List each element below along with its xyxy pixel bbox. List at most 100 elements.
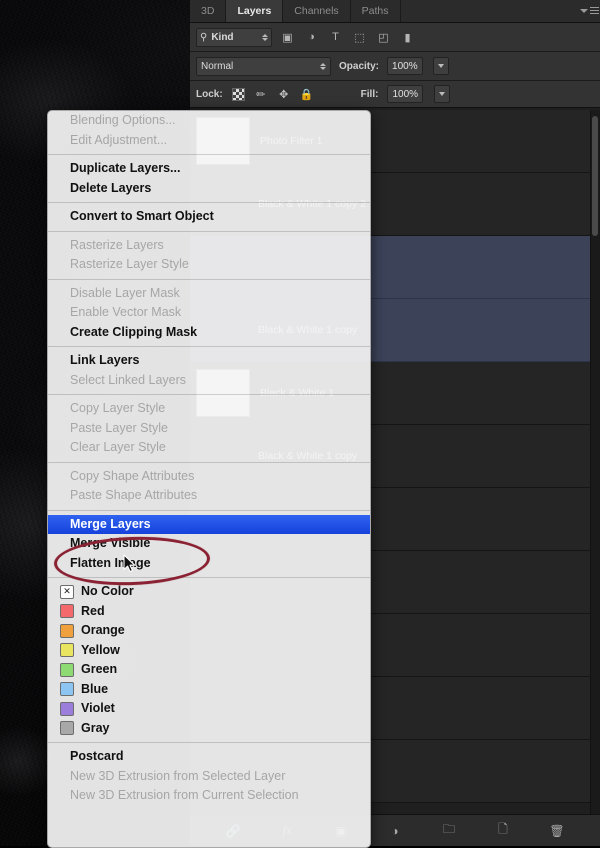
search-icon: ⚲ bbox=[200, 31, 208, 43]
tab-channels[interactable]: Channels bbox=[283, 0, 351, 22]
menu-item-label: Yellow bbox=[81, 642, 120, 657]
menu-separator bbox=[48, 202, 370, 203]
menu-separator bbox=[48, 346, 370, 347]
mouse-pointer-icon bbox=[123, 554, 136, 573]
filter-type-layers-icon[interactable]: T bbox=[327, 29, 344, 46]
tab-layers[interactable]: Layers bbox=[226, 0, 284, 22]
lock-all-icon[interactable]: 🔒 bbox=[300, 87, 314, 101]
delete-layer-icon[interactable]: 🗑 bbox=[547, 821, 567, 841]
menu-item[interactable]: Merge Layers bbox=[48, 514, 370, 534]
menu-item-label: Edit Adjustment... bbox=[70, 132, 168, 147]
updown-stepper-icon[interactable] bbox=[262, 33, 268, 41]
new-layer-icon[interactable]: 🗋 bbox=[493, 821, 513, 841]
menu-item-label: Merge Layers bbox=[70, 516, 151, 531]
tab-3d[interactable]: 3D bbox=[190, 0, 227, 22]
lock-position-icon[interactable]: ✥ bbox=[277, 87, 291, 101]
menu-item-label: Blending Options... bbox=[70, 113, 176, 127]
layer-context-menu[interactable]: Blending Options... Edit Adjustment... Dup… bbox=[47, 110, 371, 848]
fill-label: Fill: bbox=[360, 88, 379, 100]
tab-channels-label: Channels bbox=[294, 5, 339, 17]
menu-item: Enable Vector Mask bbox=[48, 303, 370, 323]
opacity-stepper-icon[interactable] bbox=[432, 57, 449, 75]
menu-item: Copy Layer Style bbox=[48, 399, 370, 419]
menu-item-label: Paste Shape Attributes bbox=[70, 488, 198, 502]
panel-menu-icon[interactable] bbox=[580, 4, 599, 17]
filter-toggle-icon[interactable]: ▮ bbox=[399, 29, 416, 46]
scrollbar-thumb[interactable] bbox=[592, 116, 598, 236]
new-adjustment-layer-icon[interactable]: ◑ bbox=[385, 821, 405, 841]
menu-item-label: Blue bbox=[81, 681, 109, 696]
filter-adjustment-layers-icon[interactable]: ◑ bbox=[303, 29, 320, 46]
menu-item: Paste Layer Style bbox=[48, 419, 370, 439]
menu-item: Copy Shape Attributes bbox=[48, 467, 370, 487]
menu-separator bbox=[48, 509, 370, 511]
menu-item[interactable]: Blue bbox=[48, 680, 370, 700]
menu-item-label: Paste Layer Style bbox=[70, 420, 168, 435]
menu-item-label: Rasterize Layers bbox=[70, 237, 164, 252]
filter-kind-select[interactable]: ⚲ Kind bbox=[196, 27, 272, 47]
lock-transparent-pixels-icon[interactable] bbox=[231, 87, 245, 101]
menu-separator bbox=[48, 461, 370, 463]
menu-item: Blending Options... bbox=[48, 111, 370, 131]
tab-3d-label: 3D bbox=[201, 5, 215, 17]
color-swatch-icon bbox=[60, 701, 74, 716]
lock-label: Lock: bbox=[196, 88, 223, 100]
color-swatch-icon bbox=[60, 604, 74, 619]
color-swatch-icon: ✕ bbox=[60, 584, 74, 599]
menu-item[interactable]: Red bbox=[48, 602, 370, 622]
menu-separator bbox=[48, 154, 370, 155]
tab-paths[interactable]: Paths bbox=[350, 0, 401, 22]
menu-item[interactable]: Convert to Smart Object bbox=[48, 207, 370, 227]
menu-item-label: New 3D Extrusion from Selected Layer bbox=[70, 768, 286, 783]
filter-pixel-layers-icon[interactable]: ▣ bbox=[279, 29, 296, 46]
filter-kind-label: Kind bbox=[211, 31, 234, 43]
menu-item-label: Green bbox=[81, 662, 118, 676]
menu-item[interactable]: Delete Layers bbox=[48, 179, 370, 199]
fill-value[interactable]: 100% bbox=[387, 85, 424, 103]
color-swatch-icon bbox=[60, 662, 74, 677]
menu-item-label: Duplicate Layers... bbox=[70, 161, 181, 175]
menu-item[interactable]: Green bbox=[48, 660, 370, 680]
menu-item[interactable]: Yellow bbox=[48, 641, 370, 661]
new-group-icon[interactable]: 🗀 bbox=[439, 821, 459, 841]
panel-tab-bar: 3D Layers Channels Paths bbox=[190, 0, 600, 23]
color-swatch-icon bbox=[60, 623, 74, 638]
menu-item: Rasterize Layer Style bbox=[48, 255, 370, 275]
menu-item-label: Link Layers bbox=[70, 353, 140, 367]
menu-item[interactable]: ✕ No Color bbox=[48, 582, 370, 602]
filter-smart-object-icon[interactable]: ◰ bbox=[375, 29, 392, 46]
menu-item[interactable]: Violet bbox=[48, 699, 370, 719]
menu-item[interactable]: Link Layers bbox=[48, 351, 370, 371]
opacity-label: Opacity: bbox=[339, 60, 380, 72]
menu-item-label: Convert to Smart Object bbox=[70, 209, 214, 223]
fill-stepper-icon[interactable] bbox=[434, 85, 451, 103]
menu-item[interactable]: Duplicate Layers... bbox=[48, 159, 370, 179]
menu-item-label: Delete Layers bbox=[70, 180, 152, 195]
blend-mode-select[interactable]: Normal bbox=[196, 56, 331, 76]
blend-mode-stepper-icon[interactable] bbox=[320, 62, 326, 70]
menu-item-label: Gray bbox=[81, 720, 110, 735]
menu-separator bbox=[48, 278, 370, 280]
menu-item-label: Postcard bbox=[70, 749, 124, 763]
menu-item: New 3D Extrusion from Selected Layer bbox=[48, 767, 370, 787]
menu-item-label: Enable Vector Mask bbox=[70, 305, 182, 319]
menu-item-label: Copy Layer Style bbox=[70, 401, 166, 415]
filter-shape-layers-icon[interactable]: ⬚ bbox=[351, 29, 368, 46]
hamburger-icon bbox=[590, 7, 599, 14]
menu-item[interactable]: Create Clipping Mask bbox=[48, 323, 370, 343]
tab-layers-label: Layers bbox=[237, 5, 272, 17]
layer-list-scrollbar[interactable] bbox=[590, 110, 600, 815]
menu-item[interactable]: Orange bbox=[48, 621, 370, 641]
lock-image-pixels-icon[interactable]: ✏ bbox=[254, 87, 268, 101]
menu-separator bbox=[48, 230, 370, 232]
menu-item-label: Create Clipping Mask bbox=[70, 324, 198, 339]
blend-mode-value: Normal bbox=[201, 60, 234, 72]
opacity-value[interactable]: 100% bbox=[387, 57, 423, 75]
menu-item: Clear Layer Style bbox=[48, 438, 370, 458]
menu-item[interactable]: Postcard bbox=[48, 747, 370, 767]
menu-item[interactable]: Gray bbox=[48, 719, 370, 739]
menu-item: New 3D Extrusion from Current Selection bbox=[48, 786, 370, 806]
menu-item: Select Linked Layers bbox=[48, 371, 370, 391]
menu-item-label: New 3D Extrusion from Current Selection bbox=[70, 788, 299, 802]
menu-item-label: Red bbox=[81, 603, 105, 618]
